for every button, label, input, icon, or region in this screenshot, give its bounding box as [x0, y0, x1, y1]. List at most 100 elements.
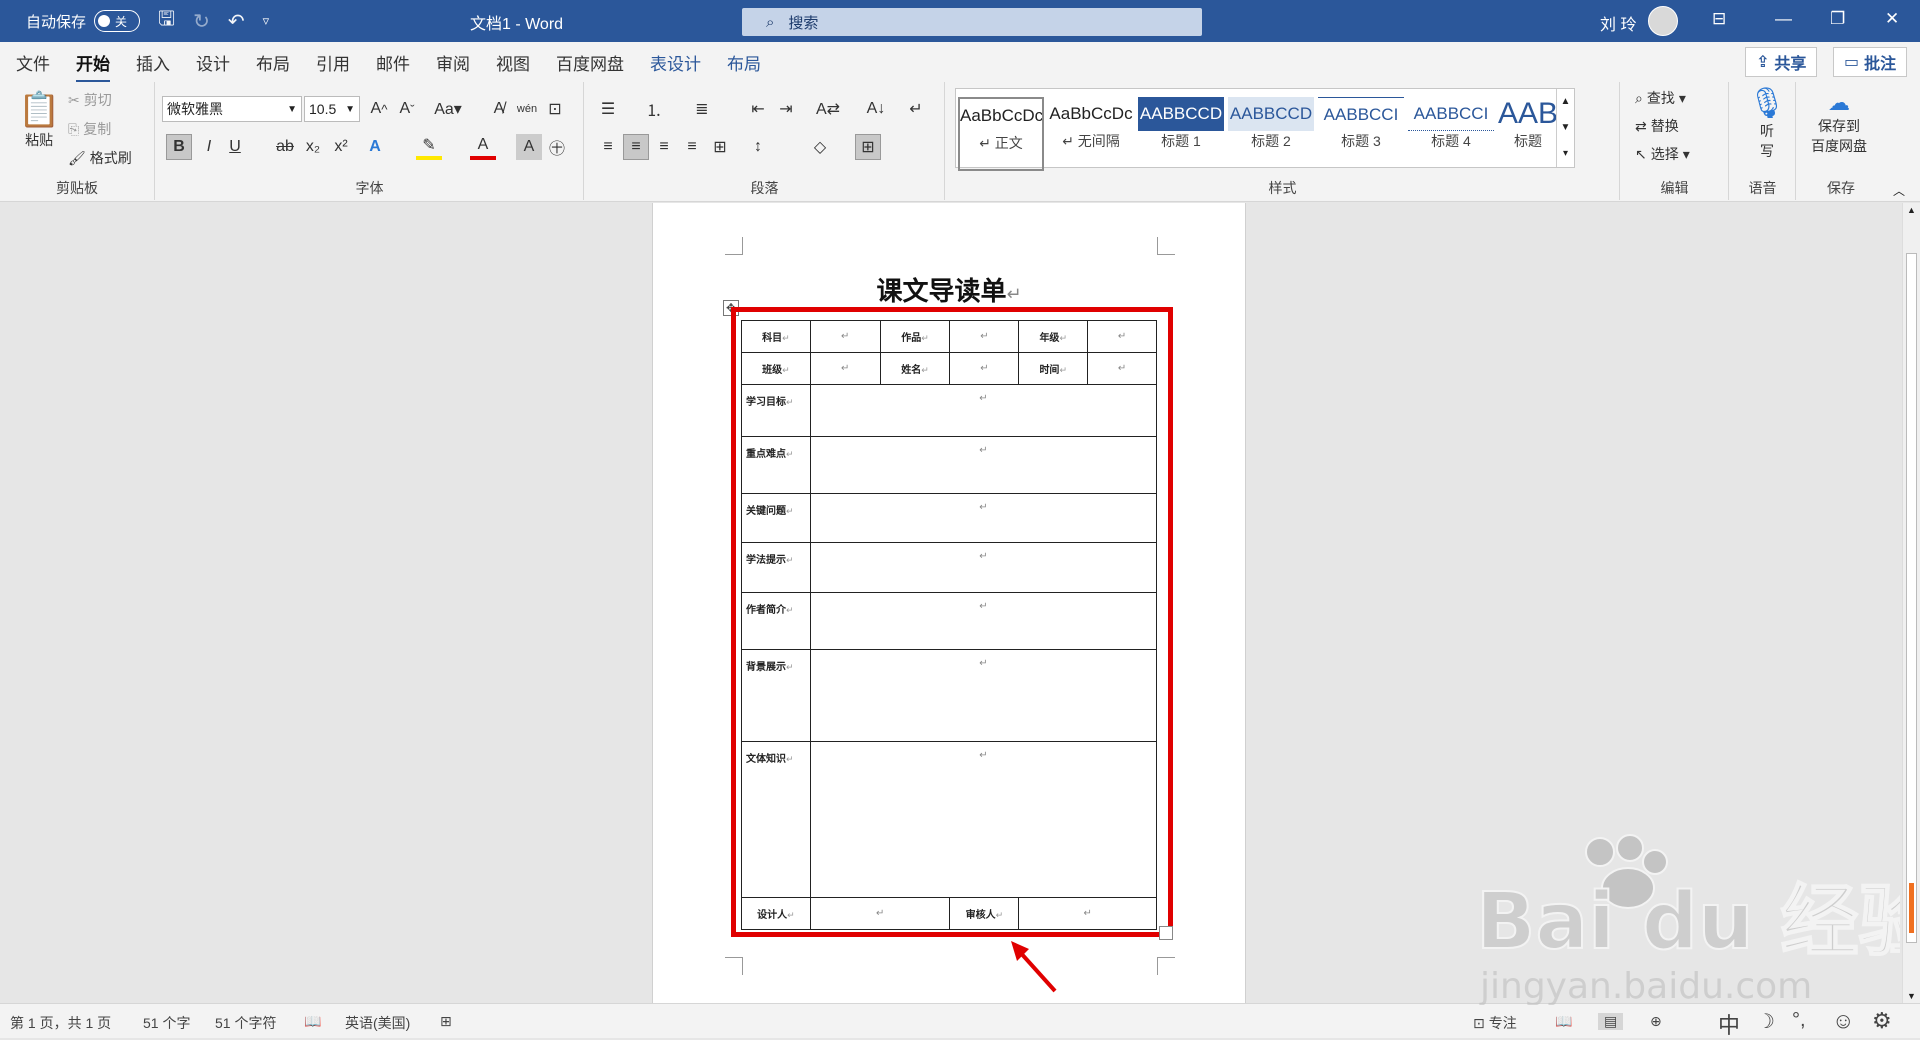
format-painter-button[interactable]: 🖌 格式刷	[68, 148, 132, 168]
align-left-icon[interactable]: ≡	[595, 134, 621, 160]
style-title[interactable]: AAB 标题	[1498, 97, 1558, 171]
chinese-layout-icon[interactable]: A⇄	[815, 96, 841, 122]
tab-table-design[interactable]: 表设计	[650, 50, 701, 75]
tab-view[interactable]: 视图	[496, 50, 530, 75]
ime-emoji-icon[interactable]: ☺	[1832, 1008, 1854, 1034]
align-center-icon[interactable]: ≡	[623, 134, 649, 160]
style-heading-2[interactable]: AABBCCD 标题 2	[1228, 97, 1314, 171]
table-cell[interactable]: ↵	[809, 493, 1158, 543]
select-button[interactable]: ↖ 选择 ▾	[1635, 144, 1690, 164]
table-cell[interactable]: ↵	[809, 352, 881, 385]
phonetic-guide-icon[interactable]: wén	[514, 96, 540, 122]
table-cell[interactable]: ↵	[949, 320, 1020, 353]
proofing-icon[interactable]: 📖	[304, 1013, 321, 1030]
styles-scroll[interactable]: ▲ ▼ ▾	[1556, 89, 1574, 167]
shading-icon[interactable]: ◇	[807, 134, 833, 160]
align-right-icon[interactable]: ≡	[651, 134, 677, 160]
ribbon-display-icon[interactable]: ⊟	[1712, 9, 1726, 29]
ime-settings-icon[interactable]: ⚙	[1872, 1008, 1892, 1034]
clear-formatting-icon[interactable]: A̸	[486, 96, 512, 122]
style-heading-1[interactable]: AABBCCD 标题 1	[1138, 97, 1224, 171]
collapse-ribbon-icon[interactable]: ︿	[1893, 182, 1905, 199]
table-cell[interactable]: 年级↵	[1018, 320, 1089, 353]
strikethrough-icon[interactable]: ab	[272, 134, 298, 160]
distributed-icon[interactable]: ⊞	[707, 134, 733, 160]
borders-icon[interactable]: ⊞	[855, 134, 881, 160]
minimize-icon[interactable]: —	[1775, 9, 1792, 29]
superscript-icon[interactable]: x²	[328, 134, 354, 160]
text-effects-icon[interactable]: A	[362, 134, 388, 160]
tab-file[interactable]: 文件	[16, 50, 50, 75]
reading-guide-table[interactable]: 科目↵ ↵ 作品↵ ↵ 年级↵ ↵ 班级↵ ↵ 姓名↵ ↵ 时间↵ ↵ 学习目标…	[741, 320, 1158, 930]
tab-design[interactable]: 设计	[196, 50, 230, 75]
table-move-handle-icon[interactable]: ✥	[723, 300, 739, 316]
font-family-select[interactable]: 微软雅黑 ▼	[162, 96, 302, 122]
bold-icon[interactable]: B	[166, 134, 192, 160]
table-cell[interactable]: 背景展示↵	[741, 649, 811, 742]
language[interactable]: 英语(美国)	[345, 1013, 410, 1033]
table-cell[interactable]: 作品↵	[879, 320, 951, 353]
underline-icon[interactable]: U	[222, 134, 248, 160]
enclose-characters-icon[interactable]: ㊉	[544, 134, 570, 160]
vertical-scrollbar[interactable]: ▲ ▼	[1902, 203, 1920, 1003]
print-layout-icon[interactable]: ▤	[1598, 1013, 1624, 1030]
char-count[interactable]: 51 个字符	[215, 1013, 276, 1033]
scroll-up-icon[interactable]: ▲	[1907, 205, 1916, 215]
tab-mailings[interactable]: 邮件	[376, 50, 410, 75]
table-cell[interactable]: 文体知识↵	[741, 741, 811, 898]
character-shading-icon[interactable]: A	[516, 134, 542, 160]
table-cell[interactable]: ↵	[809, 436, 1158, 494]
table-cell[interactable]: 审核人↵	[949, 897, 1020, 930]
document-canvas[interactable]: 课文导读单↵ ✥ 科目↵ ↵ 作品↵ ↵ 年级↵ ↵ 班级↵ ↵ 姓名↵ ↵ 时…	[0, 203, 1902, 1003]
style-heading-3[interactable]: AABBCCI 标题 3	[1318, 97, 1404, 171]
numbering-icon[interactable]: ⒈	[641, 96, 667, 122]
table-cell[interactable]: ↵	[809, 649, 1158, 742]
multilevel-list-icon[interactable]: ≣	[689, 96, 715, 122]
bullets-icon[interactable]: ☰	[595, 96, 621, 122]
change-case-icon[interactable]: Aa▾	[430, 96, 466, 122]
cut-button[interactable]: ✂ 剪切	[68, 90, 112, 110]
tab-baidu-netdisk[interactable]: 百度网盘	[556, 50, 624, 75]
italic-icon[interactable]: I	[196, 134, 222, 160]
font-color-icon[interactable]: A	[470, 134, 496, 160]
dictate-button[interactable]: 🎙 听写	[1748, 86, 1786, 161]
table-cell[interactable]: 姓名↵	[879, 352, 951, 385]
avatar[interactable]	[1648, 6, 1678, 36]
table-cell[interactable]: ↵	[809, 320, 881, 353]
subscript-icon[interactable]: x₂	[300, 134, 326, 160]
table-cell[interactable]: ↵	[949, 352, 1020, 385]
line-spacing-icon[interactable]: ↕	[745, 134, 771, 160]
restore-icon[interactable]: ❐	[1830, 9, 1845, 29]
table-cell[interactable]: 时间↵	[1018, 352, 1089, 385]
justify-icon[interactable]: ≡	[679, 134, 705, 160]
focus-mode-button[interactable]: ⊡ 专注	[1473, 1013, 1517, 1033]
sort-icon[interactable]: A↓	[863, 96, 889, 122]
shrink-font-icon[interactable]: Aˇ	[394, 96, 420, 122]
table-cell[interactable]: ↵	[809, 542, 1158, 593]
ime-chinese[interactable]: 中	[1718, 1008, 1740, 1040]
autosave-toggle[interactable]: 自动保存 关	[26, 10, 141, 32]
close-icon[interactable]: ✕	[1885, 9, 1899, 29]
table-cell[interactable]: 班级↵	[741, 352, 811, 385]
show-marks-icon[interactable]: ↵	[903, 96, 929, 122]
tab-review[interactable]: 审阅	[436, 50, 470, 75]
ime-moon-icon[interactable]: ☽	[1757, 1009, 1775, 1034]
macro-record-icon[interactable]: ⊞	[440, 1013, 452, 1030]
tab-table-layout[interactable]: 布局	[727, 50, 761, 75]
page-count[interactable]: 第 1 页，共 1 页	[10, 1013, 111, 1033]
table-cell[interactable]: ↵	[1087, 352, 1157, 385]
character-border-icon[interactable]: ⊡	[542, 96, 568, 122]
highlight-icon[interactable]: ✎	[416, 134, 442, 160]
table-cell[interactable]: ↵	[809, 384, 1158, 437]
copy-button[interactable]: ⎘ 复制	[68, 119, 111, 139]
redo-icon[interactable]: ↻	[193, 9, 210, 34]
table-resize-handle[interactable]	[1159, 926, 1173, 940]
comment-button[interactable]: ▭ 批注	[1833, 47, 1908, 77]
tab-home[interactable]: 开始	[76, 50, 110, 83]
table-cell[interactable]: 学法提示↵	[741, 542, 811, 593]
tab-layout[interactable]: 布局	[256, 50, 290, 75]
read-mode-icon[interactable]: 📖	[1555, 1013, 1572, 1030]
document-heading[interactable]: 课文导读单↵	[653, 271, 1245, 308]
ime-punctuation-icon[interactable]: °,	[1792, 1009, 1806, 1032]
tab-insert[interactable]: 插入	[136, 50, 170, 75]
